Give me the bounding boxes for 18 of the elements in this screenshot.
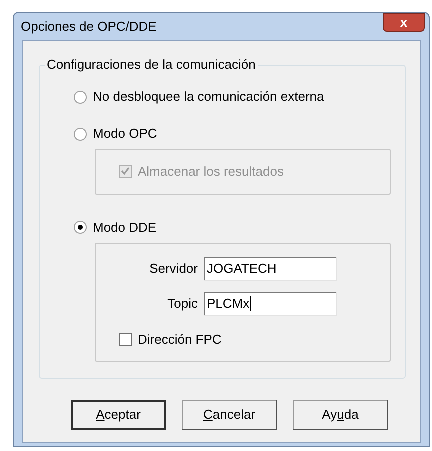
checkbox-label[interactable]: Dirección FPC <box>138 330 222 349</box>
radio-button[interactable] <box>74 221 87 234</box>
window-title: Opciones de OPC/DDE <box>21 18 157 36</box>
radio-button[interactable] <box>74 128 87 140</box>
text-field[interactable]: JOGATECH <box>204 256 337 280</box>
radio-button[interactable] <box>74 90 87 104</box>
field-label: Topic <box>168 294 198 313</box>
field-label: Servidor <box>150 260 198 278</box>
text-field[interactable]: PLCMx <box>204 292 337 316</box>
radio-label[interactable]: Modo OPC <box>93 124 158 144</box>
dialog-button[interactable]: Ayuda <box>293 400 388 430</box>
dialog-button[interactable]: Aceptar <box>71 400 166 430</box>
close-button[interactable]: x <box>383 13 425 32</box>
checkbox[interactable] <box>119 332 132 346</box>
group-label: Configuraciones de la comunicación <box>45 57 258 73</box>
dialog-button[interactable]: Cancelar <box>182 400 277 430</box>
radio-label[interactable]: No desbloquee la comunicación externa <box>93 87 324 107</box>
radio-label[interactable]: Modo DDE <box>93 218 157 238</box>
